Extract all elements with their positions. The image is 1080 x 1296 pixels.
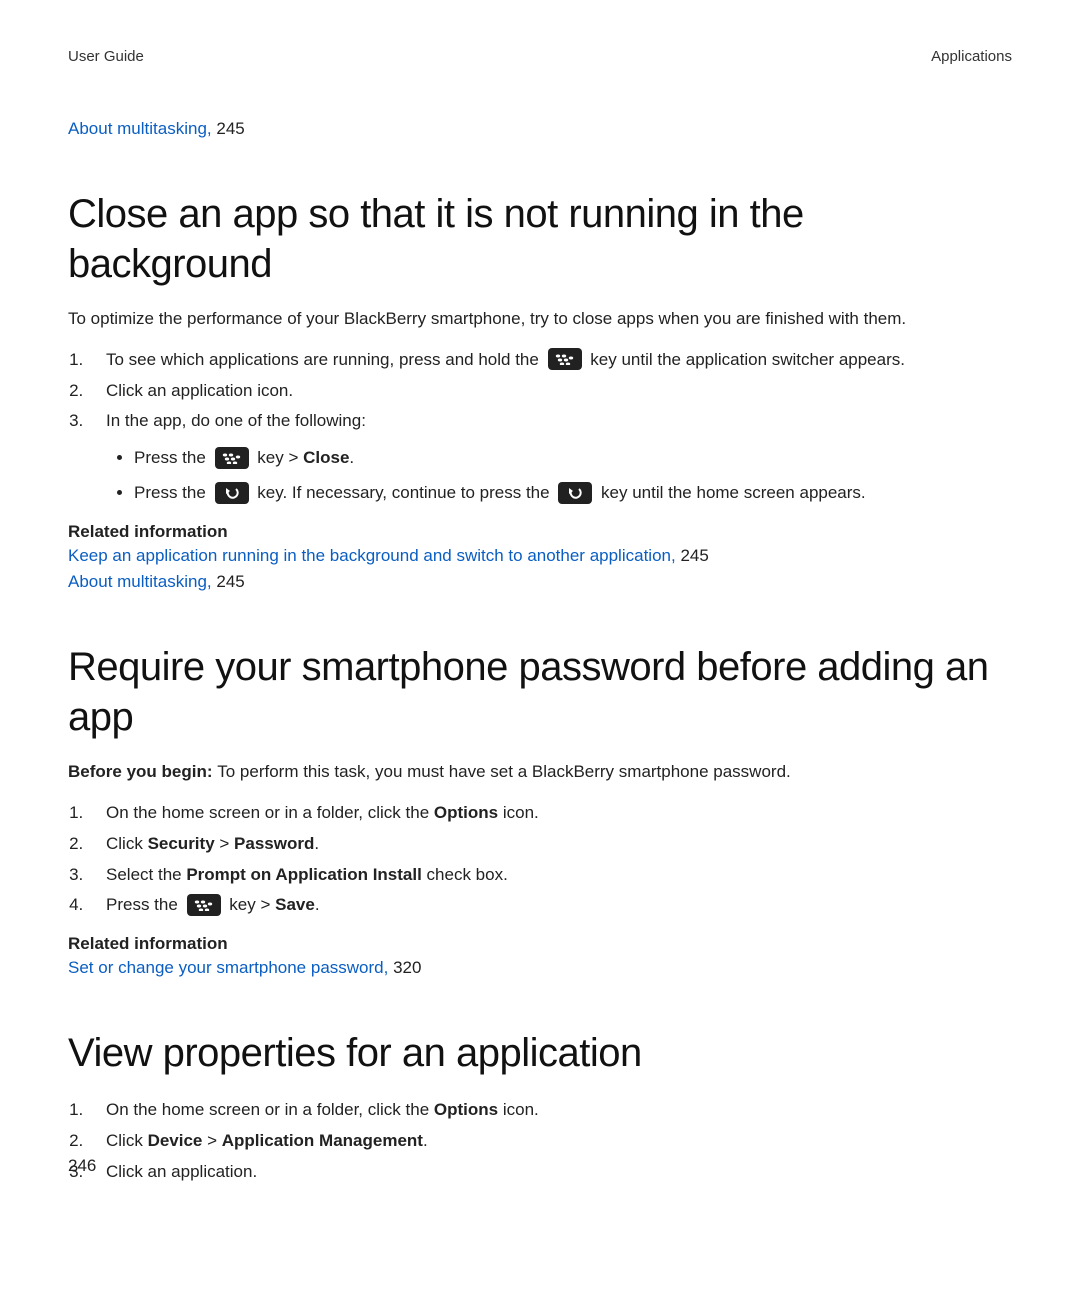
document-page: User Guide Applications About multitaski…	[0, 0, 1080, 1187]
header-left: User Guide	[68, 48, 144, 65]
related-info-heading: Related information	[68, 522, 1012, 542]
step-item: To see which applications are running, p…	[88, 346, 1012, 375]
step-text: Press the	[134, 448, 211, 467]
step-item: Click Device > Application Management.	[88, 1127, 1012, 1156]
bold-app-mgmt: Application Management	[222, 1131, 423, 1150]
crossref-top: About multitasking, 245	[68, 119, 1012, 139]
bold-options: Options	[434, 1100, 498, 1119]
before-label: Before you begin:	[68, 762, 217, 781]
step-text: Click	[106, 834, 148, 853]
step-text: .	[349, 448, 354, 467]
blackberry-key-icon	[548, 348, 582, 370]
step-item: On the home screen or in a folder, click…	[88, 799, 1012, 828]
step-text: key >	[229, 895, 275, 914]
step-item: Click an application.	[88, 1158, 1012, 1187]
step-text: key >	[257, 448, 303, 467]
header-right: Applications	[931, 48, 1012, 65]
step-text: In the app, do one of the following:	[106, 411, 366, 430]
step-text: On the home screen or in a folder, click…	[106, 1100, 434, 1119]
substep-item: Press the key. If necessary, continue to…	[134, 479, 1012, 508]
step-item: Click Security > Password.	[88, 830, 1012, 859]
step-text: Press the	[106, 895, 183, 914]
steps-view-properties: On the home screen or in a folder, click…	[68, 1096, 1012, 1187]
bold-options: Options	[434, 803, 498, 822]
step-text: key. If necessary, continue to press the	[257, 483, 554, 502]
crossref-page: 245	[216, 572, 244, 591]
crossref: About multitasking, 245	[68, 572, 1012, 592]
substeps: Press the	[106, 444, 1012, 508]
link-about-multitasking[interactable]: About multitasking,	[68, 119, 212, 138]
step-item: Press the key > Save.	[88, 891, 1012, 920]
step-text: .	[423, 1131, 428, 1150]
heading-view-properties: View properties for an application	[68, 1028, 1012, 1078]
step-item: On the home screen or in a folder, click…	[88, 1096, 1012, 1125]
steps-require-password: On the home screen or in a folder, click…	[68, 799, 1012, 921]
step-text: On the home screen or in a folder, click…	[106, 803, 434, 822]
link-set-password[interactable]: Set or change your smartphone password,	[68, 958, 388, 977]
step-text: To see which applications are running, p…	[106, 350, 544, 369]
before-you-begin: Before you begin: To perform this task, …	[68, 760, 1012, 785]
bold-close: Close	[303, 448, 349, 467]
back-key-icon	[558, 482, 592, 504]
bold-save: Save	[275, 895, 315, 914]
crossref: Set or change your smartphone password, …	[68, 958, 1012, 978]
crossref-page: 245	[216, 119, 244, 138]
step-text: Select the	[106, 865, 186, 884]
step-text: check box.	[422, 865, 508, 884]
step-text: >	[215, 834, 234, 853]
step-text: Click	[106, 1131, 148, 1150]
related-info-heading: Related information	[68, 934, 1012, 954]
heading-require-password: Require your smartphone password before …	[68, 642, 1012, 742]
step-item: Click an application icon.	[88, 377, 1012, 406]
step-text: Press the	[134, 483, 211, 502]
bold-password: Password	[234, 834, 314, 853]
link-keep-running[interactable]: Keep an application running in the backg…	[68, 546, 676, 565]
step-text: key until the application switcher appea…	[590, 350, 905, 369]
page-number: 246	[68, 1156, 96, 1176]
bold-prompt: Prompt on Application Install	[186, 865, 422, 884]
running-header: User Guide Applications	[68, 48, 1012, 65]
step-text: .	[315, 895, 320, 914]
back-key-icon	[215, 482, 249, 504]
step-text: key until the home screen appears.	[601, 483, 866, 502]
step-text: .	[314, 834, 319, 853]
substep-item: Press the	[134, 444, 1012, 473]
crossref: Keep an application running in the backg…	[68, 546, 1012, 566]
blackberry-key-icon	[215, 447, 249, 469]
heading-close-app: Close an app so that it is not running i…	[68, 189, 1012, 289]
bold-security: Security	[148, 834, 215, 853]
step-item: In the app, do one of the following: Pre…	[88, 407, 1012, 508]
step-item: Select the Prompt on Application Install…	[88, 861, 1012, 890]
step-text: icon.	[498, 1100, 539, 1119]
link-about-multitasking[interactable]: About multitasking,	[68, 572, 212, 591]
blackberry-key-icon	[187, 894, 221, 916]
step-text: icon.	[498, 803, 539, 822]
crossref-page: 320	[393, 958, 421, 977]
before-text: To perform this task, you must have set …	[217, 762, 791, 781]
bold-device: Device	[148, 1131, 203, 1150]
crossref-page: 245	[680, 546, 708, 565]
steps-close-app: To see which applications are running, p…	[68, 346, 1012, 508]
intro-paragraph: To optimize the performance of your Blac…	[68, 307, 1012, 332]
step-text: >	[202, 1131, 221, 1150]
